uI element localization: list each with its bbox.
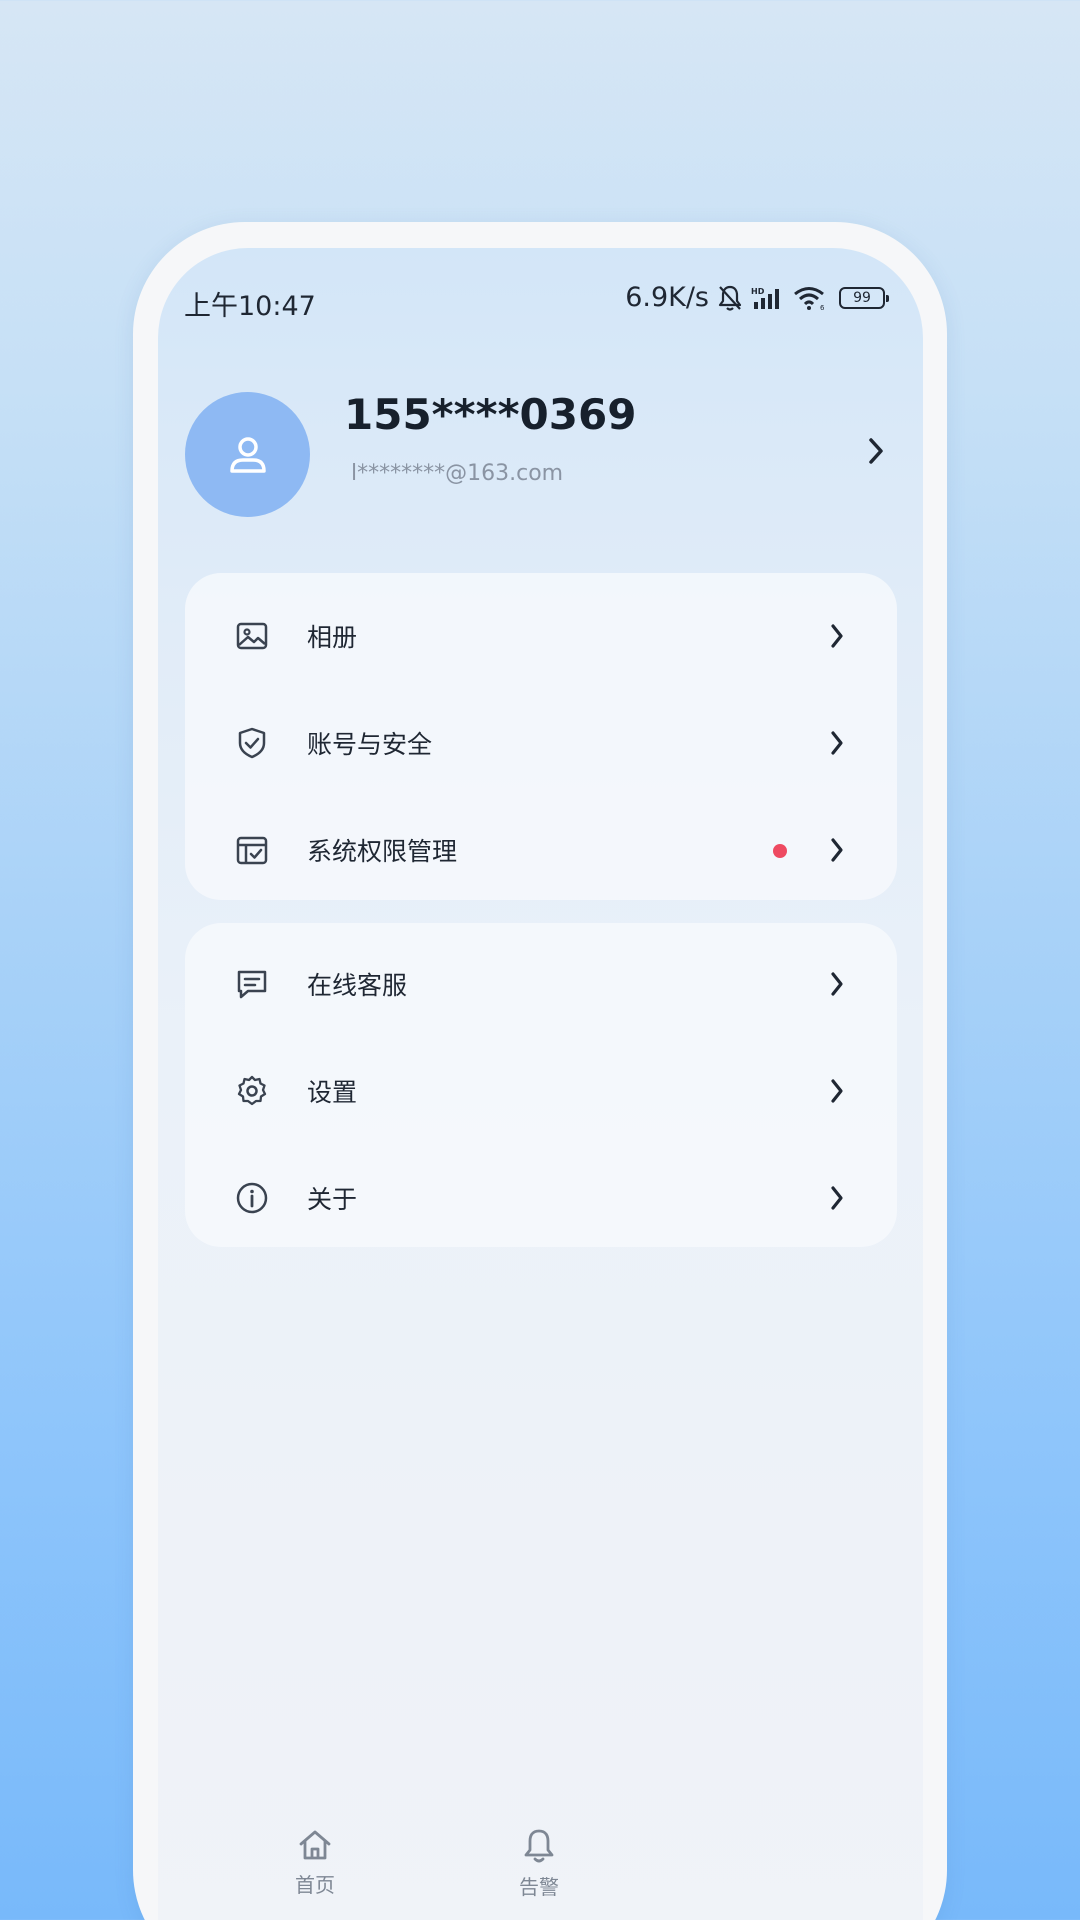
menu-label: 系统权限管理 — [307, 837, 458, 866]
menu-card-support: 在线客服 设置 关于 — [185, 923, 897, 1247]
shield-check-icon — [235, 726, 269, 760]
phone-frame: 上午10:47 6.9K/s HD 6 99 155****0369 l****… — [133, 222, 947, 1920]
menu-item-account-security[interactable]: 账号与安全 — [185, 693, 897, 793]
profile-email: l********@163.com — [351, 461, 564, 486]
bottom-tab-bar: 首页 告警 — [133, 1772, 947, 1920]
screen: 上午10:47 6.9K/s HD 6 99 155****0369 l****… — [158, 248, 923, 1920]
chevron-right-icon — [829, 1077, 845, 1109]
menu-item-about[interactable]: 关于 — [185, 1148, 897, 1248]
wifi-icon: 6 — [793, 285, 827, 311]
chevron-right-icon — [829, 729, 845, 761]
menu-label: 设置 — [307, 1078, 358, 1107]
status-time: 上午10:47 — [184, 291, 316, 322]
notification-badge — [773, 844, 787, 858]
chevron-right-icon — [829, 970, 845, 1002]
bell-muted-icon — [717, 284, 743, 312]
status-indicators: 6.9K/s HD 6 99 — [625, 282, 889, 313]
menu-label: 在线客服 — [307, 971, 408, 1000]
chevron-right-icon — [829, 1184, 845, 1216]
user-icon — [229, 436, 266, 473]
menu-label: 关于 — [307, 1185, 358, 1214]
chevron-right-icon — [829, 622, 845, 654]
battery-icon: 99 — [839, 286, 889, 309]
status-bar: 上午10:47 6.9K/s HD 6 99 — [158, 248, 923, 322]
menu-card-account: 相册 账号与安全 系统权限管理 — [185, 573, 897, 900]
signal-icon: HD — [751, 285, 785, 311]
svg-text:6: 6 — [820, 304, 825, 311]
profile-header[interactable]: 155****0369 l********@163.com — [158, 388, 923, 518]
menu-item-permissions[interactable]: 系统权限管理 — [185, 800, 897, 900]
tab-label: 首页 — [295, 1873, 335, 1897]
gear-icon — [235, 1074, 269, 1108]
tab-label: 告警 — [519, 1875, 559, 1899]
tab-alerts[interactable]: 告警 — [499, 1827, 579, 1900]
chevron-right-icon[interactable] — [867, 436, 885, 470]
profile-phone: 155****0369 — [344, 390, 637, 439]
menu-item-settings[interactable]: 设置 — [185, 1041, 897, 1141]
menu-label: 账号与安全 — [307, 730, 433, 759]
permission-icon — [235, 833, 269, 867]
svg-text:HD: HD — [751, 287, 765, 296]
menu-label: 相册 — [307, 623, 358, 652]
chat-icon — [235, 967, 269, 1001]
menu-item-album[interactable]: 相册 — [185, 586, 897, 686]
menu-item-customer-service[interactable]: 在线客服 — [185, 934, 897, 1034]
bell-icon — [499, 1827, 579, 1865]
info-icon — [235, 1181, 269, 1215]
avatar[interactable] — [185, 392, 310, 517]
chevron-right-icon — [829, 836, 845, 868]
home-icon — [275, 1827, 355, 1863]
network-speed: 6.9K/s — [625, 282, 709, 313]
tab-home[interactable]: 首页 — [275, 1827, 355, 1898]
image-icon — [235, 619, 269, 653]
